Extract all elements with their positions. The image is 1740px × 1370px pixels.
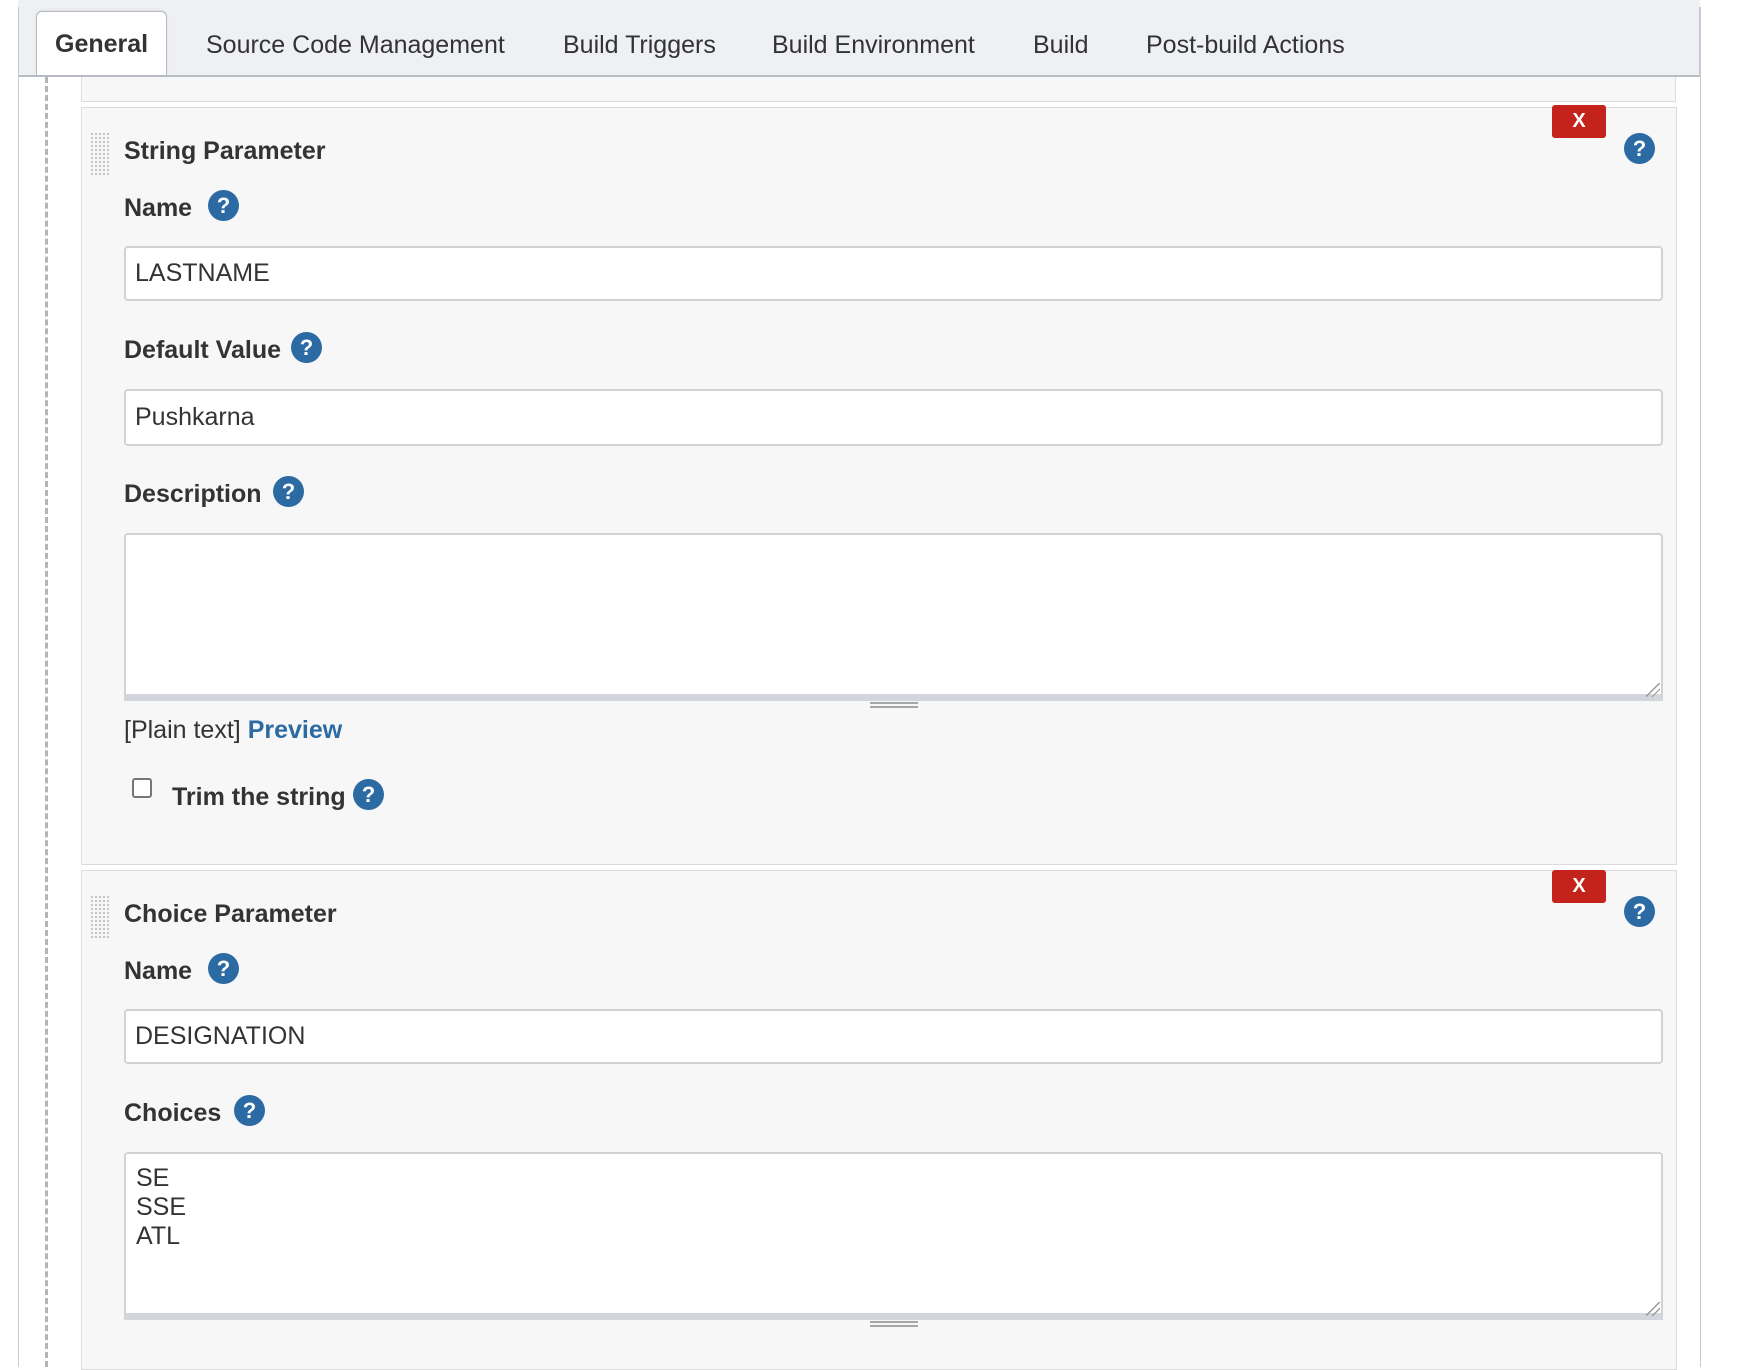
textarea-resize-corner[interactable]	[1646, 1302, 1660, 1316]
delete-choice-parameter-button[interactable]: X	[1552, 870, 1606, 903]
format-indicator: [Plain text] Preview	[124, 716, 342, 745]
choice-parameter-title: Choice Parameter	[124, 900, 337, 928]
section-dashed-guide	[45, 77, 48, 1367]
textarea-resize-corner[interactable]	[1646, 683, 1660, 697]
string-parameter-block: String Parameter X ? Name ? Default Valu…	[81, 105, 1677, 865]
tab-build[interactable]: Build	[1033, 31, 1089, 60]
textarea-resize-grip[interactable]	[870, 702, 918, 708]
help-icon[interactable]: ?	[208, 953, 239, 984]
help-icon[interactable]: ?	[291, 332, 322, 363]
default-value-input[interactable]	[124, 389, 1663, 446]
choice-parameter-block: Choice Parameter X ? Name ? Choices ? SE…	[81, 870, 1677, 1370]
previous-parameter-block	[81, 77, 1676, 102]
tab-build-environment[interactable]: Build Environment	[772, 31, 975, 60]
preview-link[interactable]: Preview	[248, 716, 343, 744]
plain-text-label: [Plain text]	[124, 716, 241, 744]
default-value-label: Default Value	[124, 336, 281, 364]
string-name-input[interactable]	[124, 246, 1663, 301]
help-icon[interactable]: ?	[1624, 896, 1655, 927]
job-config-page: General Source Code Management Build Tri…	[0, 0, 1740, 1370]
description-label: Description	[124, 480, 262, 508]
name-label: Name	[124, 957, 193, 985]
name-label: Name	[124, 194, 193, 222]
tab-source-code-management[interactable]: Source Code Management	[206, 31, 505, 60]
choices-textarea[interactable]: SE SSE ATL	[124, 1152, 1663, 1320]
delete-string-parameter-button[interactable]: X	[1552, 105, 1606, 138]
textarea-resize-grip[interactable]	[870, 1321, 918, 1327]
help-icon[interactable]: ?	[353, 779, 384, 810]
help-icon[interactable]: ?	[208, 190, 239, 221]
tab-general[interactable]: General	[36, 11, 168, 75]
help-icon[interactable]: ?	[234, 1095, 265, 1126]
drag-handle-icon[interactable]	[90, 895, 110, 939]
choices-label: Choices	[124, 1099, 222, 1127]
top-strip	[18, 0, 1700, 7]
config-tab-bar: General Source Code Management Build Tri…	[18, 7, 1700, 77]
help-icon[interactable]: ?	[273, 476, 304, 507]
drag-handle-icon[interactable]	[90, 132, 110, 176]
tab-post-build-actions[interactable]: Post-build Actions	[1146, 31, 1345, 60]
tab-build-triggers[interactable]: Build Triggers	[563, 31, 716, 60]
help-icon[interactable]: ?	[1624, 133, 1655, 164]
description-textarea[interactable]	[124, 533, 1663, 701]
trim-string-label[interactable]: Trim the string	[172, 783, 346, 812]
choice-name-input[interactable]	[124, 1009, 1663, 1064]
string-parameter-title: String Parameter	[124, 137, 326, 165]
trim-string-checkbox[interactable]	[132, 778, 152, 798]
